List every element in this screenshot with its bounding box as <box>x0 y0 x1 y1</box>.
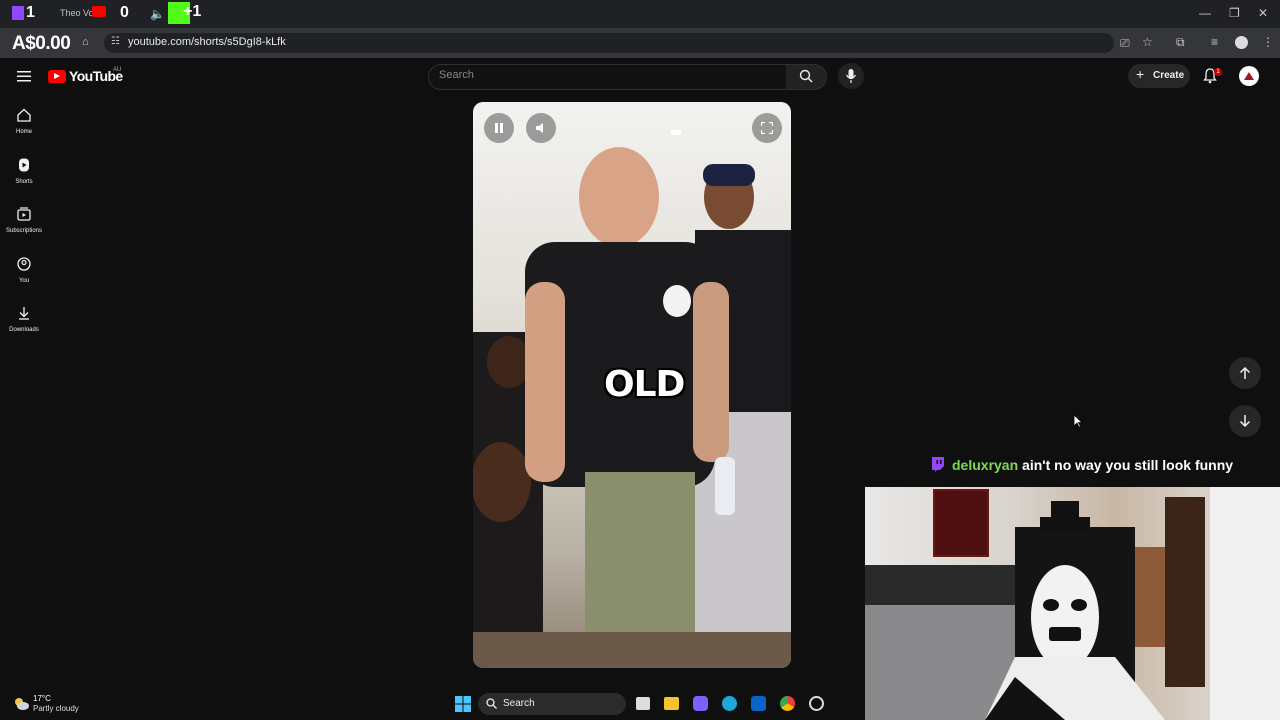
youtube-tab-icon <box>92 6 106 17</box>
region-code: AU <box>113 67 122 73</box>
notification-badge: 1 <box>1214 68 1222 76</box>
subscriptions-icon <box>17 207 31 221</box>
search-input[interactable] <box>428 64 788 90</box>
overlay-counter-a: 1 <box>26 4 35 21</box>
tab-audio-icon[interactable]: 🔈 <box>150 7 165 21</box>
extensions-icon[interactable]: ⧉ <box>1176 35 1185 50</box>
sidebar-item-label: Downloads <box>9 327 39 333</box>
site-info-icon[interactable]: ☷ <box>111 36 120 47</box>
you-icon <box>17 257 31 271</box>
chrome-icon[interactable] <box>780 696 795 711</box>
overlay-price: A$0.00 <box>12 33 71 54</box>
shorts-icon <box>19 158 29 172</box>
pause-icon <box>495 123 503 133</box>
sidebar-item-label: Shorts <box>15 179 33 185</box>
streamer-webcam <box>865 487 1280 720</box>
overlay-counter-c: +1 <box>183 3 202 20</box>
maximize-icon[interactable]: ❐ <box>1229 6 1240 20</box>
taskbar-search[interactable] <box>478 693 626 715</box>
profile-icon[interactable] <box>1235 36 1248 49</box>
taskbar-app-icon[interactable] <box>809 696 824 711</box>
file-explorer-icon[interactable] <box>664 697 679 710</box>
search-placeholder: Search <box>439 69 474 81</box>
install-app-icon[interactable]: ⎚ <box>1120 36 1130 51</box>
microphone-icon <box>846 69 856 83</box>
plus-icon: + <box>1136 66 1145 82</box>
copilot-icon[interactable] <box>693 696 708 711</box>
avatar-logo-icon <box>1244 72 1254 80</box>
task-view-icon[interactable] <box>636 697 650 710</box>
close-icon[interactable]: ✕ <box>1258 6 1268 20</box>
outlook-icon[interactable] <box>751 696 766 711</box>
bookmark-star-icon[interactable]: ☆ <box>1142 35 1153 49</box>
search-icon <box>799 69 813 83</box>
create-label: Create <box>1153 70 1185 81</box>
sidebar-item-downloads[interactable]: Downloads <box>0 306 48 333</box>
taskbar-search-label: Search <box>503 698 535 709</box>
chat-text: ain't no way you still look funny <box>1022 457 1234 473</box>
minimize-icon[interactable]: — <box>1199 6 1211 20</box>
sidebar-item-you[interactable]: You <box>0 257 48 284</box>
download-icon <box>19 307 29 320</box>
hamburger-menu-icon[interactable] <box>17 71 31 82</box>
twitch-icon <box>932 457 944 472</box>
mouse-cursor-icon <box>1073 414 1083 428</box>
chat-message: deluxryan ain't no way you still look fu… <box>930 456 1233 473</box>
chat-username: deluxryan <box>952 457 1019 473</box>
volume-icon <box>536 123 543 133</box>
sidebar-item-label: Subscriptions <box>5 228 43 234</box>
tab-title[interactable]: Theo Vo <box>60 8 94 18</box>
video-caption: OLD <box>604 364 685 405</box>
webcam-scene <box>865 487 1280 720</box>
sidebar-item-shorts[interactable]: Shorts <box>0 158 48 185</box>
fullscreen-icon <box>761 122 773 134</box>
url-text: youtube.com/shorts/s5DgI8-kLfk <box>128 36 286 48</box>
sidebar-item-label: You <box>18 278 30 284</box>
youtube-logo-play-icon <box>54 73 60 79</box>
weather-temperature: 17°C <box>33 694 51 703</box>
weather-description: Partly cloudy <box>33 704 79 713</box>
edge-icon[interactable] <box>722 696 737 711</box>
home-button-icon[interactable]: ⌂ <box>82 36 89 48</box>
media-controls-icon[interactable]: ≡ <box>1211 35 1218 49</box>
arrow-up-icon <box>1239 366 1251 379</box>
browser-menu-icon[interactable]: ⋮ <box>1262 35 1274 49</box>
sidebar-item-home[interactable]: Home <box>0 108 48 135</box>
home-icon <box>17 108 31 122</box>
sidebar-item-subscriptions[interactable]: Subscriptions <box>0 207 48 234</box>
taskbar-search-icon <box>486 698 497 709</box>
weather-icon[interactable] <box>12 695 30 711</box>
arrow-down-icon <box>1239 415 1251 428</box>
overlay-counter-b: 0 <box>120 4 129 21</box>
sidebar-item-label: Home <box>15 129 32 135</box>
windows-start-icon[interactable] <box>455 696 471 712</box>
